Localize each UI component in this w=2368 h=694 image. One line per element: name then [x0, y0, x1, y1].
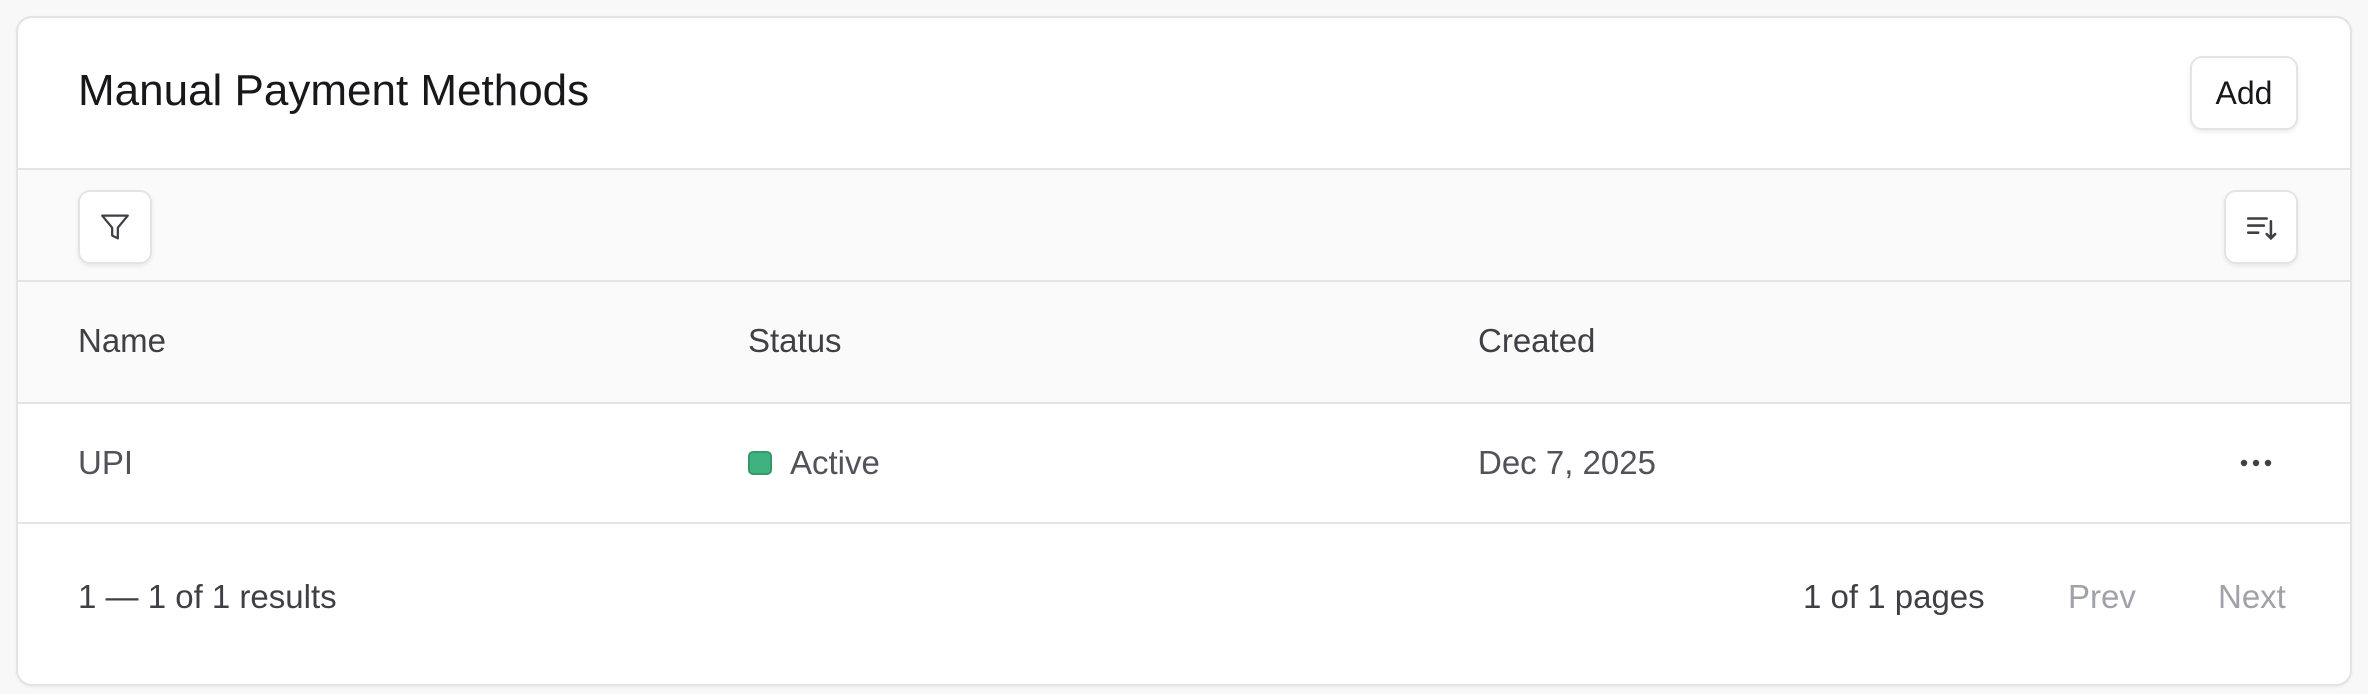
page-count: 1 of 1 pages	[1803, 578, 1985, 615]
column-header-name[interactable]: Name	[78, 322, 166, 360]
payment-methods-card: Manual Payment Methods Add Name Status C…	[16, 16, 2352, 686]
table-toolbar	[18, 170, 2350, 282]
status-badge: Active	[790, 444, 880, 481]
prev-button[interactable]: Prev	[2068, 578, 2136, 616]
table-row[interactable]: UPI Active Dec 7, 2025	[18, 404, 2350, 524]
cell-name: UPI	[78, 444, 134, 481]
sort-button[interactable]	[2224, 190, 2298, 264]
filter-icon	[101, 214, 129, 240]
filter-button[interactable]	[78, 190, 152, 264]
add-button[interactable]: Add	[2190, 56, 2298, 130]
more-horizontal-icon	[2240, 459, 2272, 467]
column-header-created[interactable]: Created	[1478, 322, 1595, 360]
pagination-footer: 1 — 1 of 1 results 1 of 1 pages Prev Nex…	[18, 524, 2350, 684]
cell-created: Dec 7, 2025	[1478, 444, 1656, 481]
card-header: Manual Payment Methods Add	[18, 18, 2350, 170]
cell-status: Active	[748, 444, 880, 482]
column-header-status[interactable]: Status	[748, 322, 842, 360]
status-dot-icon	[748, 451, 772, 475]
page-title: Manual Payment Methods	[78, 66, 590, 115]
sort-descending-icon	[2246, 217, 2277, 241]
results-count: 1 — 1 of 1 results	[78, 578, 337, 615]
next-button[interactable]: Next	[2218, 578, 2286, 616]
table-header-row: Name Status Created	[18, 282, 2350, 404]
row-actions-button[interactable]	[2226, 438, 2286, 488]
